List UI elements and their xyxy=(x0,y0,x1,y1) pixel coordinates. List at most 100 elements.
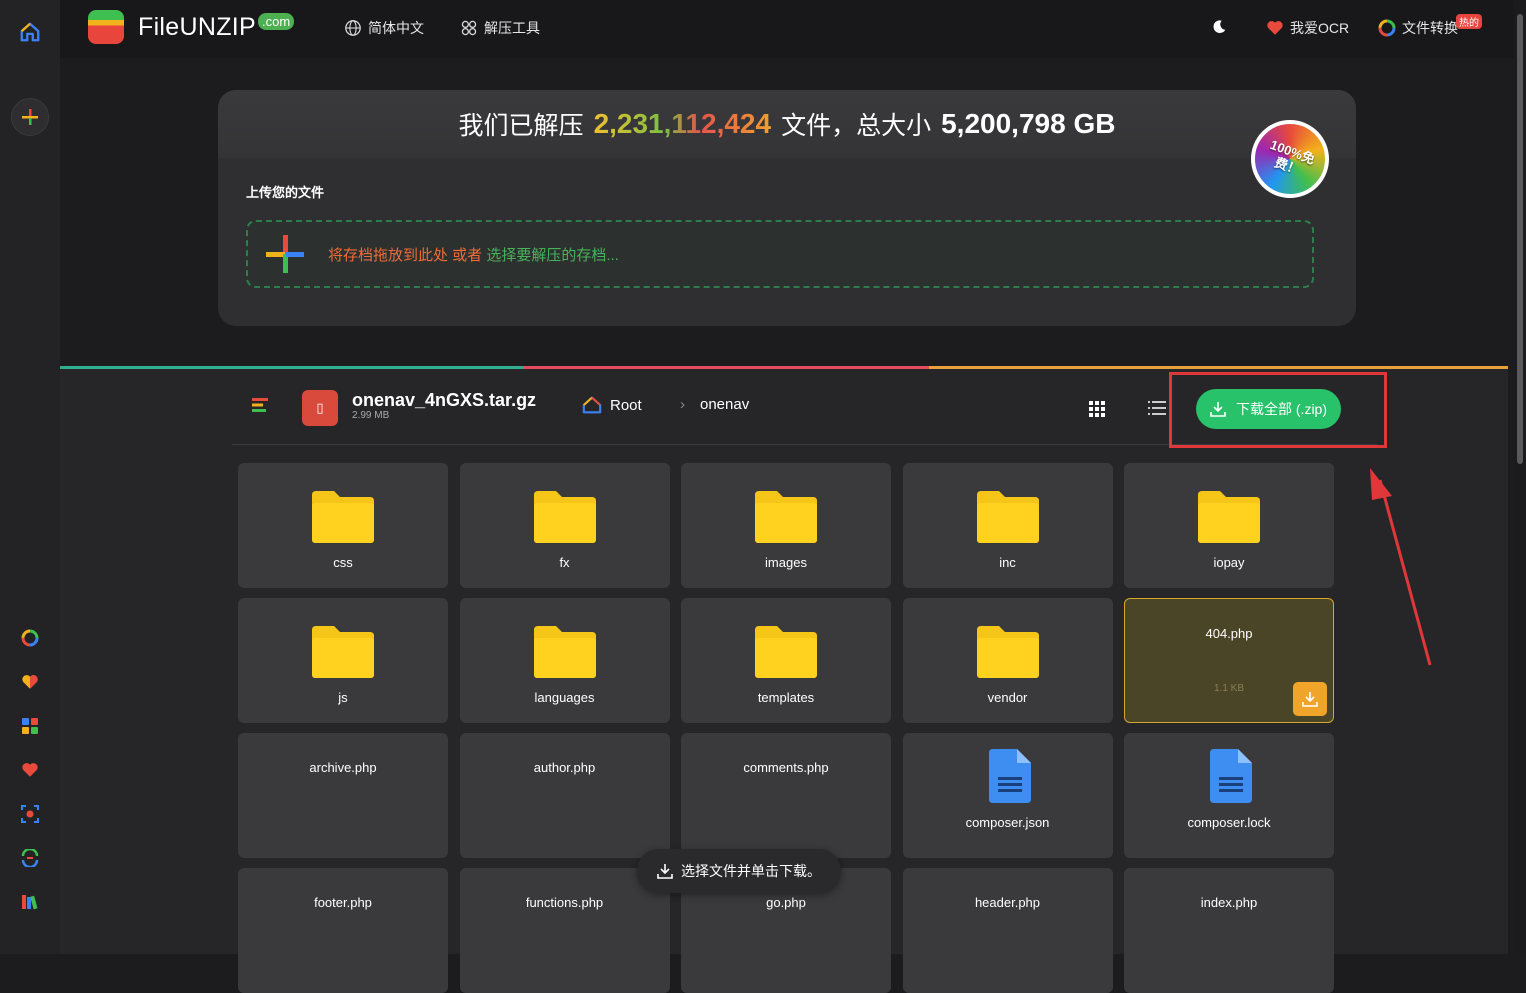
drop-text: 将存档拖放到此处 或者 xyxy=(328,246,483,264)
scan-icon[interactable] xyxy=(18,802,42,826)
scrollbar-thumb[interactable] xyxy=(1517,14,1523,464)
file-name: languages xyxy=(534,690,595,705)
folder-icon xyxy=(976,624,1039,678)
archive-icon: ▯ xyxy=(302,390,338,426)
list-view-icon[interactable] xyxy=(1148,400,1166,421)
convert-icon xyxy=(1378,19,1396,37)
convert-tool-icon[interactable] xyxy=(18,626,42,650)
folder-icon xyxy=(755,489,817,543)
file-tile[interactable]: composer.json xyxy=(902,733,1113,858)
folder-tile[interactable]: vendor xyxy=(902,598,1113,723)
stats-banner: 我们已解压 2,231,112,424 文件，总大小 5,200,798 GB xyxy=(218,90,1356,158)
home-icon[interactable] xyxy=(18,20,42,44)
top-bar: FileUNZIP .com 简体中文 解压工具 我爱OCR 文件转换 热的 xyxy=(60,0,1514,58)
file-tile[interactable]: 404.php 1.1 KB xyxy=(1124,598,1334,723)
file-name: composer.lock xyxy=(1187,815,1271,830)
nav-ocr[interactable]: 我爱OCR xyxy=(1266,18,1349,38)
grid-view-icon[interactable] xyxy=(1088,400,1106,423)
file-tile[interactable]: header.php xyxy=(902,868,1113,993)
chevron-right-icon: › xyxy=(680,396,685,413)
archive-name: onenav_4nGXS.tar.gz xyxy=(352,390,537,410)
folder-icon xyxy=(1198,489,1260,543)
heart-icon xyxy=(1267,21,1283,35)
download-file-button[interactable] xyxy=(1293,682,1327,716)
folder-tile[interactable]: fx xyxy=(459,463,670,588)
drop-zone[interactable]: 将存档拖放到此处 或者 选择要解压的存档... xyxy=(246,220,1314,288)
archive-size: 2.99 MB xyxy=(352,410,390,421)
file-name: comments.php xyxy=(743,760,829,775)
add-icon[interactable] xyxy=(11,98,49,136)
file-name: functions.php xyxy=(525,895,604,910)
folder-icon xyxy=(976,489,1039,543)
folder-tile[interactable]: css xyxy=(238,463,448,588)
file-tile[interactable]: composer.lock xyxy=(1124,733,1334,858)
ocr-heart-icon[interactable] xyxy=(18,670,42,694)
folder-icon xyxy=(312,624,374,678)
folder-tile[interactable]: images xyxy=(681,463,891,588)
file-tile[interactable]: footer.php xyxy=(238,868,448,993)
file-name: go.php xyxy=(766,895,806,910)
apps-grid-icon[interactable] xyxy=(18,714,42,738)
stats-middle: 文件，总大小 xyxy=(781,112,932,140)
file-tile[interactable]: functions.php xyxy=(459,868,670,993)
select-archive-link[interactable]: 选择要解压的存档... xyxy=(486,247,619,264)
download-hint-toast: 选择文件并单击下载。 xyxy=(637,849,841,893)
total-size: 5,200,798 GB xyxy=(941,108,1116,139)
logo-icon xyxy=(88,10,124,44)
annotation-arrow xyxy=(1370,468,1432,666)
moon-icon xyxy=(1213,20,1226,33)
file-name: author.php xyxy=(533,760,596,775)
file-name: iopay xyxy=(1213,555,1245,570)
books-icon[interactable] xyxy=(18,890,42,914)
highlight-box xyxy=(1169,372,1387,448)
folder-icon xyxy=(312,489,374,543)
folder-icon xyxy=(755,624,817,678)
file-tile[interactable]: comments.php xyxy=(681,733,891,858)
toast-text: 选择文件并单击下载。 xyxy=(681,863,821,879)
nav-tools-label: 解压工具 xyxy=(484,20,540,36)
site-logo[interactable]: FileUNZIP .com xyxy=(88,10,295,44)
heart-icon[interactable] xyxy=(18,758,42,782)
folder-tile[interactable]: iopay xyxy=(1124,463,1334,588)
file-tile[interactable]: author.php xyxy=(459,733,670,858)
file-name: templates xyxy=(757,690,815,705)
free-badge-text: 100%免费！ xyxy=(1268,136,1317,178)
home-icon xyxy=(582,396,602,414)
folder-icon xyxy=(533,624,596,678)
file-tile[interactable]: archive.php xyxy=(238,733,448,858)
upload-label: 上传您的文件 xyxy=(246,185,325,200)
file-name: index.php xyxy=(1200,895,1258,910)
nav-convert-label: 文件转换 xyxy=(1402,20,1458,36)
globe-icon xyxy=(345,20,361,36)
nav-language[interactable]: 简体中文 xyxy=(344,18,424,38)
folder-tile[interactable]: languages xyxy=(459,598,670,723)
menu-icon[interactable] xyxy=(252,398,270,417)
apps-icon xyxy=(461,20,477,36)
breadcrumb-current[interactable]: onenav xyxy=(700,396,749,413)
file-name: vendor xyxy=(987,690,1028,705)
nav-language-label: 简体中文 xyxy=(368,20,424,36)
free-badge: 100%免费！ xyxy=(1251,120,1329,198)
breadcrumb-root[interactable]: Root xyxy=(582,396,642,414)
folder-tile[interactable]: js xyxy=(238,598,448,723)
hot-badge: 热的 xyxy=(1456,13,1482,29)
nav-tools[interactable]: 解压工具 xyxy=(460,18,540,38)
nav-convert[interactable]: 文件转换 热的 xyxy=(1378,13,1490,38)
color-divider xyxy=(60,366,1508,369)
folder-tile[interactable]: templates xyxy=(681,598,891,723)
file-name: header.php xyxy=(974,895,1041,910)
folder-tile[interactable]: inc xyxy=(902,463,1113,588)
document-icon xyxy=(988,749,1031,803)
folder-icon xyxy=(533,489,596,543)
refresh-icon[interactable] xyxy=(18,846,42,870)
dark-mode-toggle[interactable] xyxy=(1210,18,1228,36)
scrollbar[interactable] xyxy=(1514,0,1526,954)
file-name: inc xyxy=(999,555,1016,570)
logo-text: FileUNZIP xyxy=(138,12,256,41)
file-tile[interactable]: index.php xyxy=(1124,868,1334,993)
download-icon xyxy=(657,864,673,879)
file-name: css xyxy=(333,555,353,570)
file-name: images xyxy=(765,555,807,570)
upload-card: 我们已解压 2,231,112,424 文件，总大小 5,200,798 GB … xyxy=(218,90,1356,326)
stats-prefix: 我们已解压 xyxy=(458,112,584,140)
